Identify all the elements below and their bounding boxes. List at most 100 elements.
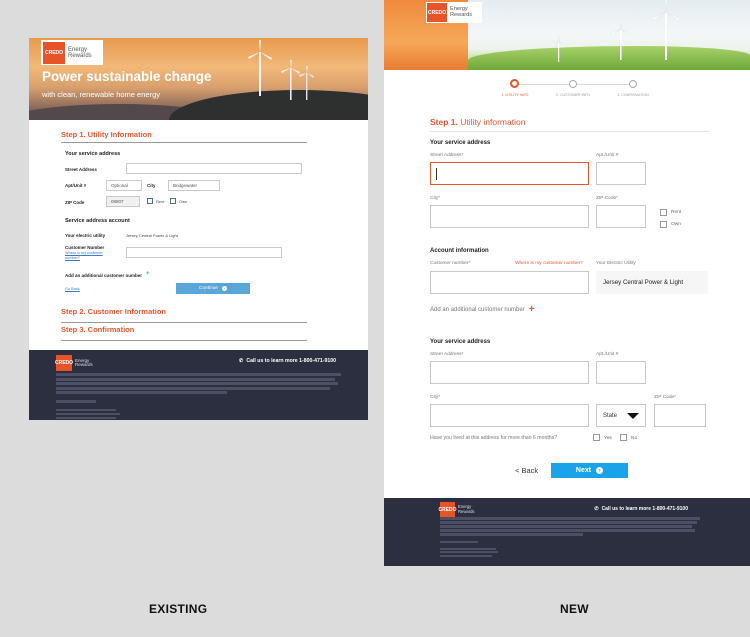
zip-label: ZIP Code* — [596, 196, 619, 201]
arrow-right-icon: › — [222, 286, 228, 291]
zip-input-2[interactable] — [654, 404, 706, 427]
logo-mark: CREDO — [55, 355, 73, 371]
own-checkbox[interactable] — [660, 221, 667, 228]
customer-number-help-link[interactable]: Where is my customer number? — [65, 251, 111, 261]
city-input[interactable]: Bridgewater — [168, 180, 220, 191]
city-input[interactable] — [430, 205, 589, 228]
service-address-heading-2: Your service address — [430, 339, 491, 345]
apt-input[interactable]: Optional — [106, 180, 142, 191]
logo[interactable]: CREDO Energy Rewards — [41, 40, 103, 65]
wind-turbine-icon — [299, 66, 314, 100]
wind-turbine-icon — [248, 40, 272, 96]
street-input-2[interactable] — [430, 361, 589, 384]
wind-turbine-icon — [609, 20, 632, 60]
footer: CREDO Energy Rewards ✆ Call us to learn … — [29, 350, 368, 420]
step-label-3[interactable]: 3. CONFIRMATION — [617, 93, 648, 97]
customer-number-help-link[interactable]: Where is my customer number? — [515, 261, 583, 266]
apt-input-2[interactable] — [596, 361, 646, 384]
no-checkbox[interactable] — [620, 434, 627, 441]
logo-mark: CREDO — [438, 502, 457, 517]
city-label: City* — [430, 196, 441, 201]
own-label: Own — [179, 199, 188, 204]
rent-label: Rent — [671, 210, 682, 215]
continue-button[interactable]: Continue › — [176, 283, 250, 294]
utility-value: Jersey Central Power & Light — [596, 271, 708, 294]
logo[interactable]: CREDO Energy Rewards — [426, 2, 482, 23]
step1-title-prefix: Step 1. — [430, 117, 458, 127]
step-dot-3[interactable] — [629, 80, 637, 88]
customer-number-input[interactable] — [126, 247, 282, 258]
hero-banner: CREDO Energy Rewards — [384, 0, 750, 70]
footer: CREDO Energy Rewards ✆ Call us to learn … — [384, 498, 750, 566]
account-heading: Service address account — [65, 218, 130, 224]
arrow-right-icon: › — [596, 467, 604, 474]
step-label-2[interactable]: 2. CUSTOMER INFO — [556, 93, 590, 97]
apt-label-2: Apt./Unit # — [596, 352, 619, 357]
step-dot-1[interactable] — [510, 79, 519, 88]
add-plus-icon[interactable]: + — [146, 271, 150, 277]
add-customer-number-button[interactable]: Add an additional customer number + — [430, 305, 535, 315]
divider — [61, 322, 307, 323]
logo-text-line2: Rewards — [458, 508, 475, 514]
continue-label: Continue — [198, 286, 219, 291]
own-checkbox[interactable] — [170, 198, 176, 204]
add-customer-label[interactable]: Add an additional customer number — [65, 273, 142, 278]
hero-banner: CREDO Energy Rewards Power sustainable c… — [29, 38, 368, 120]
hero-subtitle: with clean, renewable home energy — [42, 90, 160, 99]
apt-input[interactable] — [596, 162, 646, 185]
phone-icon: ✆ — [238, 358, 244, 364]
account-heading: Account information — [430, 248, 489, 254]
no-label: No — [631, 436, 638, 441]
zip-input[interactable]: 08807 — [106, 196, 140, 207]
service-address-heading: Your service address — [65, 151, 121, 157]
step1-title: Step 1. Utility information — [430, 117, 525, 127]
rent-checkbox[interactable] — [147, 198, 153, 204]
step1-title[interactable]: Step 1. Utility Information — [61, 130, 307, 139]
hero-title: Power sustainable change — [42, 69, 212, 84]
footer-phone-text: Call us to learn more 1-800-471-9100 — [246, 358, 336, 364]
state-select[interactable]: State — [596, 404, 646, 427]
wind-turbine-icon — [550, 36, 567, 62]
go-back-link[interactable]: Go Back — [65, 287, 80, 291]
divider — [61, 340, 307, 341]
step-label-1[interactable]: 1. UTILITY INFO — [502, 93, 529, 97]
existing-screen: CREDO Energy Rewards Power sustainable c… — [29, 38, 368, 420]
street-label-2: Street Address* — [430, 352, 464, 357]
new-caption: NEW — [560, 602, 589, 616]
street-input[interactable] — [430, 162, 589, 185]
step-dot-2[interactable] — [569, 80, 577, 88]
apt-label: Apt/Unit # — [65, 183, 87, 188]
utility-label: Your Electric Utility — [596, 261, 636, 266]
footer-phone[interactable]: ✆ Call us to learn more 1-800-471-9100 — [239, 358, 336, 364]
customer-number-input[interactable] — [430, 271, 589, 294]
city-input-2[interactable] — [430, 404, 589, 427]
next-button[interactable]: Next › — [551, 463, 628, 478]
street-label: Street Address — [65, 167, 97, 172]
rent-checkbox[interactable] — [660, 209, 667, 216]
customer-number-label: Customer Number — [65, 245, 105, 250]
utility-value: Jersey Central Power & Light — [126, 233, 178, 238]
zip-input[interactable] — [596, 205, 646, 228]
apt-label: Apt./Unit # — [596, 153, 619, 158]
yes-checkbox[interactable] — [593, 434, 600, 441]
step1-title-rest: Utility information — [460, 117, 526, 127]
footer-phone-text: Call us to learn more 1-800-471-9100 — [601, 506, 688, 512]
footer-phone[interactable]: ✆ Call us to learn more 1-800-471-9100 — [594, 506, 688, 512]
add-customer-label: Add an additional customer number — [430, 307, 525, 313]
city-label: City — [147, 183, 156, 188]
back-button[interactable]: < Back — [515, 466, 538, 475]
yes-label: Yes — [604, 436, 612, 441]
utility-label: Your electric utility — [65, 233, 106, 238]
step3-title[interactable]: Step 3. Confirmation — [61, 325, 134, 334]
footer-legal-text — [56, 373, 341, 419]
customer-number-label: Customer number* — [430, 261, 471, 266]
footer-logo[interactable]: CREDO Energy Rewards — [55, 355, 93, 371]
state-select-value: State — [603, 412, 618, 419]
progress-steps: 1. UTILITY INFO 2. CUSTOMER INFO 3. CONF… — [384, 76, 750, 104]
footer-logo[interactable]: CREDO Energy Rewards — [438, 502, 475, 517]
street-input[interactable] — [126, 163, 302, 174]
logo-mark: CREDO — [427, 3, 447, 22]
step2-title[interactable]: Step 2. Customer Information — [61, 307, 166, 316]
logo-text-line2: Rewards — [68, 52, 92, 59]
rent-label: Rent — [156, 199, 165, 204]
